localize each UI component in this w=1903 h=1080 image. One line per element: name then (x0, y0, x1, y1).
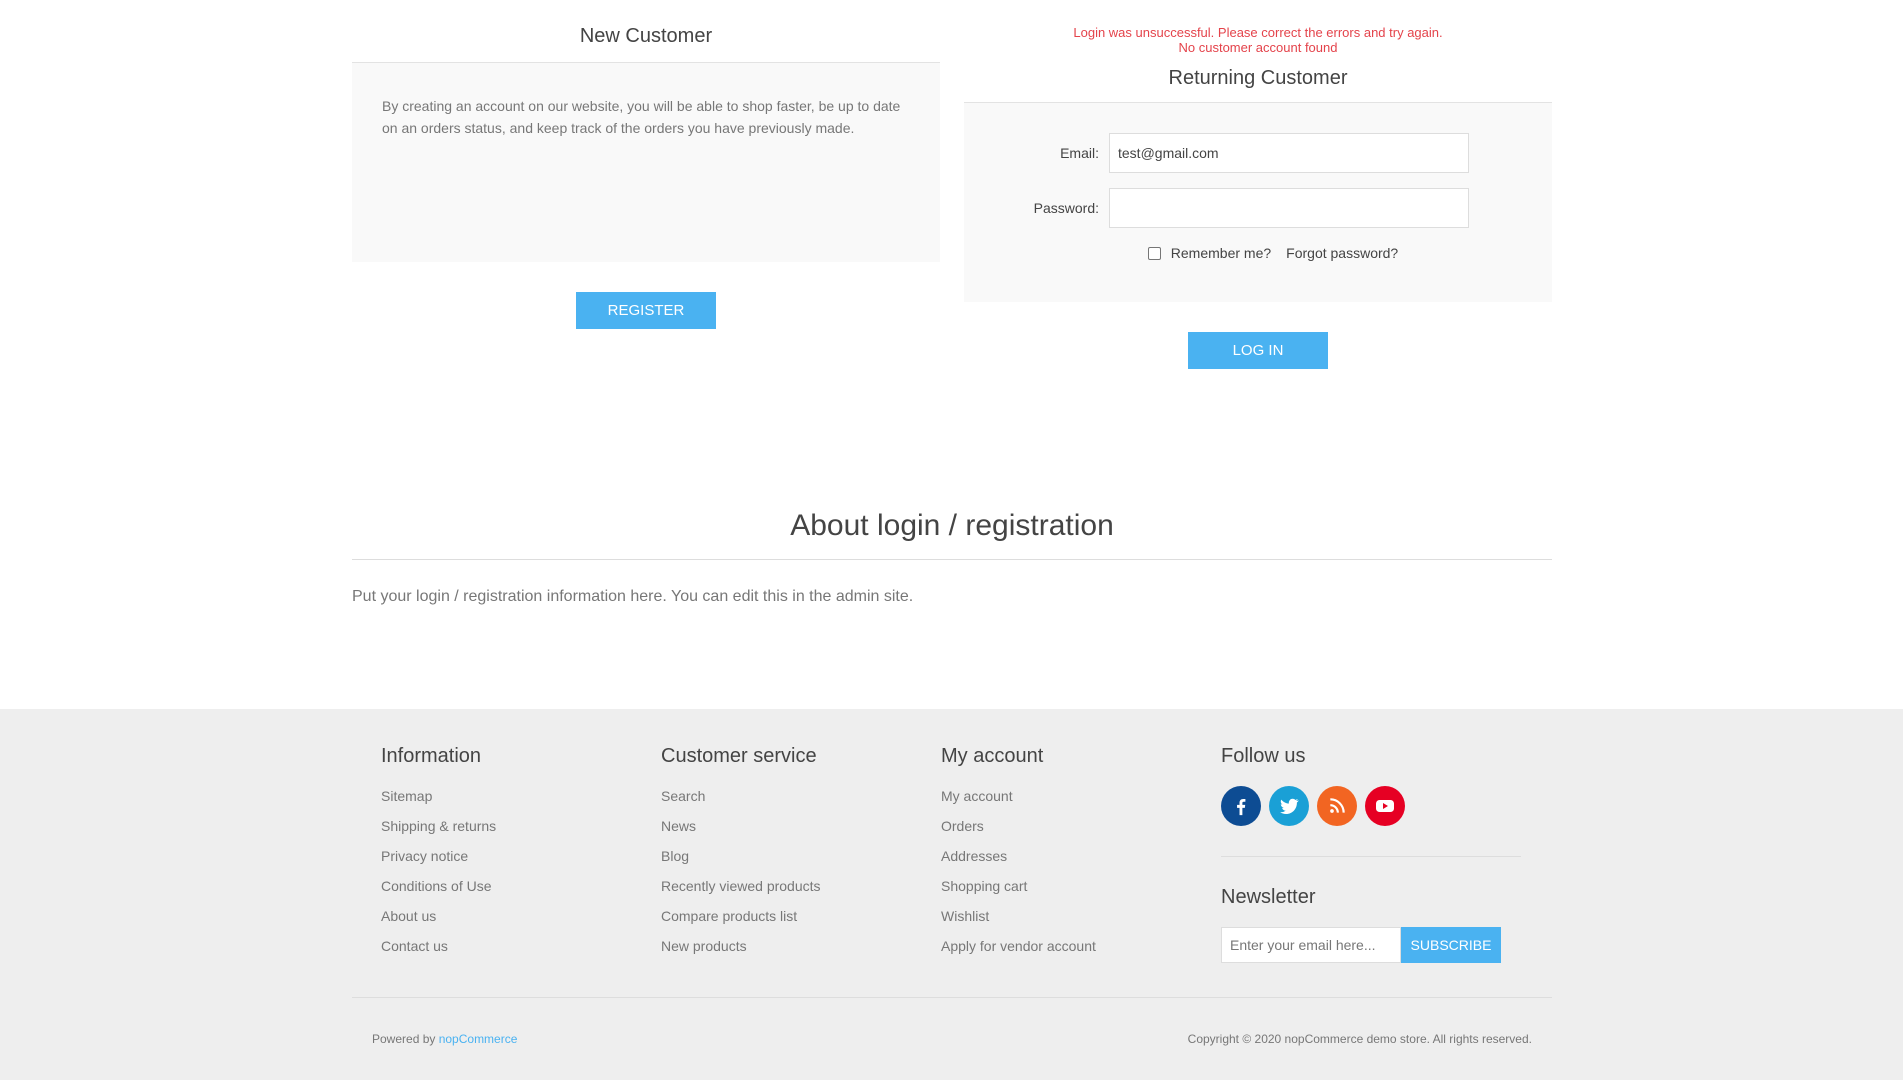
login-error-summary: Login was unsuccessful. Please correct t… (964, 0, 1552, 63)
footer-link-recently-viewed[interactable]: Recently viewed products (661, 876, 911, 906)
login-error-detail: No customer account found (1178, 40, 1338, 55)
footer-link-addresses[interactable]: Addresses (941, 846, 1191, 876)
youtube-icon[interactable] (1365, 786, 1405, 826)
footer-information: Information Sitemap Shipping & returns P… (381, 744, 631, 966)
subscribe-button[interactable]: Subscribe (1401, 927, 1501, 963)
footer-link-new-products[interactable]: New products (661, 936, 911, 966)
login-form-panel: Email: test@gmail.com Password: Remember… (964, 103, 1552, 302)
footer-divider (1221, 856, 1521, 857)
newsletter-email-input[interactable]: Enter your email here... (1221, 927, 1401, 963)
footer-link-news[interactable]: News (661, 816, 911, 846)
about-section: About login / registration Put your logi… (352, 500, 1552, 606)
copyright-text: Copyright © 2020 nopCommerce demo store.… (1187, 1032, 1532, 1046)
password-label: Password: (1033, 200, 1099, 216)
twitter-icon[interactable] (1269, 786, 1309, 826)
footer: Information Sitemap Shipping & returns P… (0, 709, 1903, 1080)
footer-link-compare-products[interactable]: Compare products list (661, 906, 911, 936)
returning-customer-title: Returning Customer (964, 63, 1552, 103)
about-text: Put your login / registration informatio… (352, 588, 914, 605)
footer-my-account-title: My account (941, 745, 1044, 767)
footer-follow-us: Follow us Newsletter Enter your email he… (1221, 744, 1541, 963)
newsletter-form: Enter your email here... Subscribe (1221, 927, 1541, 963)
register-button[interactable]: Register (576, 292, 716, 329)
password-field[interactable] (1109, 188, 1469, 228)
footer-link-privacy-notice[interactable]: Privacy notice (381, 846, 631, 876)
new-customer-title: New Customer (352, 0, 940, 63)
social-icons (1221, 786, 1541, 826)
footer-link-sitemap[interactable]: Sitemap (381, 786, 631, 816)
new-customer-panel: By creating an account on our website, y… (352, 63, 940, 262)
footer-link-wishlist[interactable]: Wishlist (941, 906, 1191, 936)
footer-link-conditions-of-use[interactable]: Conditions of Use (381, 876, 631, 906)
footer-information-title: Information (381, 745, 482, 767)
footer-follow-us-title: Follow us (1221, 745, 1306, 767)
new-customer-section: New Customer By creating an account on o… (352, 0, 940, 329)
footer-customer-service: Customer service Search News Blog Recent… (661, 744, 911, 966)
powered-by: Powered by nopCommerce (372, 1032, 517, 1046)
rss-icon[interactable] (1317, 786, 1357, 826)
facebook-icon[interactable] (1221, 786, 1261, 826)
footer-link-about-us[interactable]: About us (381, 906, 631, 936)
email-label: Email: (1060, 145, 1099, 161)
forgot-password-link[interactable]: Forgot password? (1286, 245, 1398, 261)
footer-my-account: My account My account Orders Addresses S… (941, 744, 1191, 966)
footer-link-vendor-account[interactable]: Apply for vendor account (941, 936, 1191, 966)
footer-link-orders[interactable]: Orders (941, 816, 1191, 846)
returning-customer-section: Login was unsuccessful. Please correct t… (964, 0, 1552, 369)
footer-bottom: Powered by nopCommerce Copyright © 2020 … (352, 997, 1552, 1080)
powered-by-label: Powered by (372, 1032, 439, 1046)
remember-me-label[interactable]: Remember me? (1171, 245, 1271, 261)
about-title: About login / registration (352, 500, 1552, 560)
login-button[interactable]: Log in (1188, 332, 1328, 369)
nopcommerce-link[interactable]: nopCommerce (439, 1032, 518, 1046)
new-customer-description: By creating an account on our website, y… (382, 98, 901, 136)
remember-me-checkbox[interactable] (1147, 246, 1161, 260)
footer-link-contact-us[interactable]: Contact us (381, 936, 631, 966)
footer-link-my-account[interactable]: My account (941, 786, 1191, 816)
footer-link-shopping-cart[interactable]: Shopping cart (941, 876, 1191, 906)
footer-link-search[interactable]: Search (661, 786, 911, 816)
footer-customer-service-title: Customer service (661, 745, 817, 767)
newsletter-title: Newsletter (1221, 886, 1316, 908)
login-error-message: Login was unsuccessful. Please correct t… (1073, 25, 1443, 40)
footer-link-shipping-returns[interactable]: Shipping & returns (381, 816, 631, 846)
email-field[interactable]: test@gmail.com (1109, 133, 1469, 173)
footer-link-blog[interactable]: Blog (661, 846, 911, 876)
